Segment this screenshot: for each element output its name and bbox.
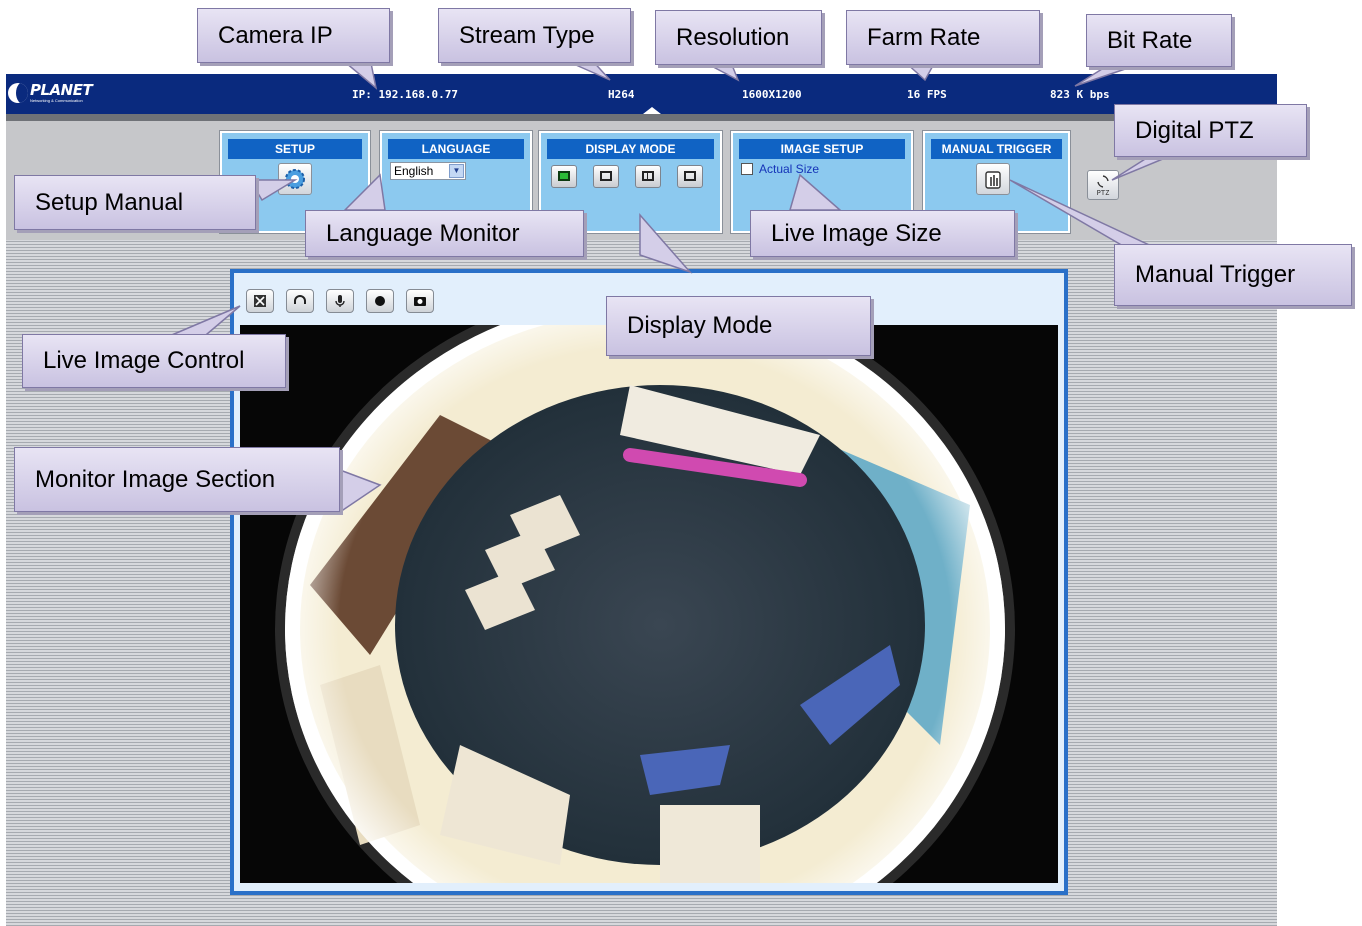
panorama-view-icon — [684, 171, 696, 181]
callout-live-image-control: Live Image Control — [22, 334, 286, 388]
camera-ip-value: IP: 192.168.0.77 — [352, 88, 458, 101]
language-title: LANGUAGE — [388, 139, 524, 159]
display-mode-title: DISPLAY MODE — [547, 139, 714, 159]
listen-button[interactable] — [286, 289, 314, 313]
fullscreen-button[interactable] — [246, 289, 274, 313]
callout-language-monitor: Language Monitor — [305, 210, 584, 257]
setup-title: SETUP — [228, 139, 362, 159]
microphone-icon — [335, 295, 345, 307]
language-select[interactable]: English ▼ — [390, 162, 466, 180]
callout-bit-rate: Bit Rate — [1086, 14, 1232, 67]
frame-rate-value: 16 FPS — [907, 88, 947, 101]
actual-size-checkbox[interactable] — [741, 163, 753, 175]
bit-rate-value: 823 K bps — [1050, 88, 1110, 101]
collapse-bar[interactable] — [6, 107, 1277, 121]
brand-name: PLANET — [30, 81, 93, 99]
callout-resolution: Resolution — [655, 10, 822, 65]
fisheye-view-icon — [558, 171, 570, 181]
single-view-button[interactable] — [593, 165, 619, 188]
callout-farm-rate: Farm Rate — [846, 10, 1040, 65]
headphone-icon — [294, 295, 306, 304]
resolution-value: 1600X1200 — [742, 88, 802, 101]
callout-live-image-size: Live Image Size — [750, 210, 1015, 257]
planet-logo: PLANET Networking & Communication — [8, 80, 93, 106]
manual-trigger-button[interactable] — [976, 163, 1010, 195]
panorama-view-button[interactable] — [677, 165, 703, 188]
status-bar: PLANET Networking & Communication IP: 19… — [6, 74, 1277, 114]
callout-setup-manual: Setup Manual — [14, 175, 256, 230]
fisheye-view-button[interactable] — [551, 165, 577, 188]
single-view-icon — [600, 171, 612, 181]
record-icon — [375, 296, 385, 306]
hand-trigger-icon — [985, 171, 1001, 189]
callout-manual-trigger: Manual Trigger — [1114, 244, 1352, 306]
fisheye-camera-view — [240, 325, 1058, 883]
callout-stream-type: Stream Type — [438, 8, 631, 63]
collapse-caret-icon[interactable] — [643, 107, 661, 114]
image-setup-title: IMAGE SETUP — [739, 139, 905, 159]
manual-trigger-title: MANUAL TRIGGER — [931, 139, 1062, 159]
language-selected: English — [394, 164, 434, 178]
snapshot-icon — [414, 297, 426, 306]
monitor-section — [230, 269, 1068, 895]
setup-button[interactable] — [278, 163, 312, 195]
planet-logo-icon — [8, 83, 28, 103]
callout-digital-ptz: Digital PTZ — [1114, 104, 1307, 157]
gear-icon — [285, 169, 305, 189]
actual-size-label[interactable]: Actual Size — [759, 162, 819, 176]
quad-view-icon — [642, 171, 654, 181]
snapshot-button[interactable] — [406, 289, 434, 313]
talk-button[interactable] — [326, 289, 354, 313]
live-video-image[interactable] — [240, 325, 1058, 883]
callout-display-mode: Display Mode — [606, 296, 871, 356]
ptz-icon: PTZ — [1097, 175, 1110, 197]
stream-type-value: H264 — [608, 88, 635, 101]
ptz-label: PTZ — [1097, 189, 1110, 197]
live-image-control-bar — [246, 289, 434, 315]
callout-camera-ip: Camera IP — [197, 8, 390, 63]
record-button[interactable] — [366, 289, 394, 313]
quad-view-button[interactable] — [635, 165, 661, 188]
fullscreen-icon — [254, 295, 266, 307]
callout-monitor-image-section: Monitor Image Section — [14, 447, 340, 512]
chevron-down-icon[interactable]: ▼ — [449, 164, 464, 178]
digital-ptz-button[interactable]: PTZ — [1087, 170, 1119, 200]
